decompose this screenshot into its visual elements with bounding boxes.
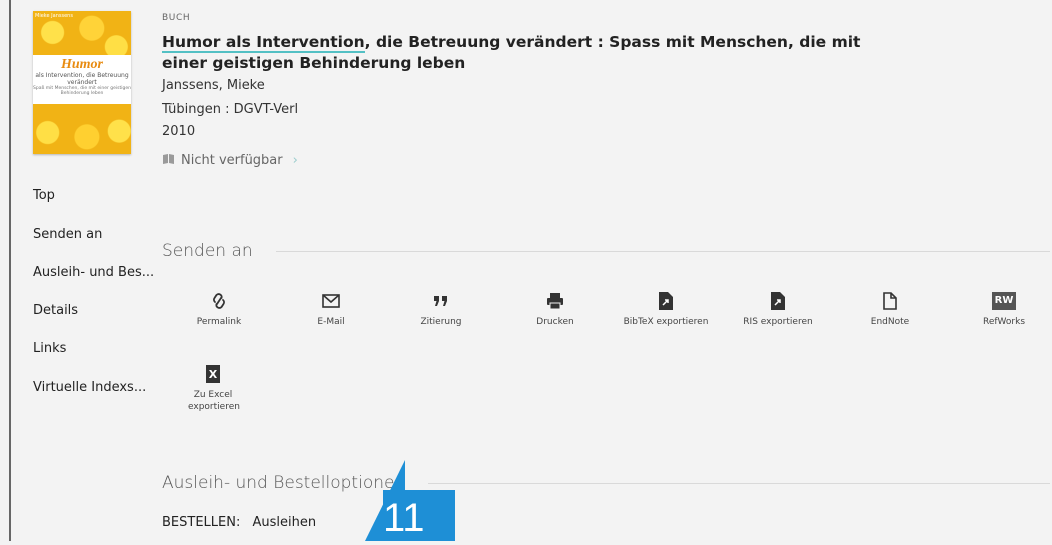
nav-item-virtuelle-indexs[interactable]: Virtuelle Indexs... bbox=[33, 380, 146, 395]
record-publisher: Tübingen : DGVT-Verl bbox=[162, 102, 299, 117]
permalink-button[interactable]: Permalink bbox=[174, 290, 264, 328]
refworks-icon: RW bbox=[959, 290, 1049, 312]
excel-export-label: Zu Excel exportieren bbox=[188, 390, 240, 412]
ris-export-label: RIS exportieren bbox=[743, 317, 813, 327]
print-button[interactable]: Drucken bbox=[510, 290, 600, 328]
excel-badge: X bbox=[206, 365, 220, 383]
order-label: BESTELLEN: bbox=[162, 515, 241, 530]
link-icon bbox=[174, 290, 264, 312]
printer-icon bbox=[510, 290, 600, 312]
excel-icon: X bbox=[168, 363, 258, 385]
nav-item-links[interactable]: Links bbox=[33, 341, 66, 356]
send-section-title: Senden an bbox=[162, 241, 253, 261]
book-open-icon bbox=[162, 153, 175, 168]
quote-icon bbox=[396, 290, 486, 312]
citation-button[interactable]: Zitierung bbox=[396, 290, 486, 328]
send-section-divider bbox=[276, 251, 1050, 252]
loan-section-divider bbox=[428, 483, 1050, 484]
cover-small-text: Spaß mit Menschen, die mit einer geistig… bbox=[33, 86, 131, 96]
refworks-label: RefWorks bbox=[982, 317, 1026, 327]
step-number: 11 bbox=[383, 496, 425, 540]
cover-title: Humor bbox=[60, 57, 103, 72]
chevron-right-icon: › bbox=[292, 153, 298, 168]
endnote-button[interactable]: EndNote bbox=[845, 290, 935, 328]
order-link-ausleihen[interactable]: Ausleihen bbox=[252, 515, 316, 530]
nav-item-ausleih[interactable]: Ausleih- und Bes... bbox=[33, 265, 154, 280]
endnote-label: EndNote bbox=[870, 317, 910, 327]
bibtex-export-button[interactable]: BibTeX exportieren bbox=[621, 290, 711, 328]
record-title-link[interactable]: Humor als Intervention bbox=[162, 33, 365, 53]
file-export-icon bbox=[621, 290, 711, 312]
mail-icon bbox=[286, 290, 376, 312]
record-title: Humor als Intervention, die Betreuung ve… bbox=[162, 32, 862, 74]
refworks-badge: RW bbox=[991, 292, 1017, 310]
email-label: E-Mail bbox=[317, 317, 345, 327]
nav-item-senden-an[interactable]: Senden an bbox=[33, 227, 102, 242]
email-button[interactable]: E-Mail bbox=[286, 290, 376, 328]
cover-subtitle: als Intervention, die Betreuung veränder… bbox=[35, 72, 129, 86]
record-author[interactable]: Janssens, Mieke bbox=[162, 78, 265, 93]
citation-label: Zitierung bbox=[420, 317, 462, 327]
resource-type-label: BUCH bbox=[162, 13, 191, 23]
cover-band: Humor als Intervention, die Betreuung ve… bbox=[33, 55, 131, 104]
availability-label: Nicht verfügbar bbox=[181, 153, 283, 168]
print-label: Drucken bbox=[536, 317, 574, 327]
record-year: 2010 bbox=[162, 124, 196, 139]
ris-export-button[interactable]: RIS exportieren bbox=[733, 290, 823, 328]
file-export-icon bbox=[733, 290, 823, 312]
nav-item-top[interactable]: Top bbox=[33, 188, 55, 203]
availability-status[interactable]: Nicht verfügbar › bbox=[162, 153, 298, 168]
permalink-label: Permalink bbox=[196, 317, 242, 327]
document-icon bbox=[845, 290, 935, 312]
cover-author: Mieke Janssens bbox=[35, 13, 73, 19]
excel-export-button[interactable]: X Zu Excel exportieren bbox=[168, 363, 258, 413]
order-row: BESTELLEN: Ausleihen bbox=[162, 515, 316, 530]
book-cover-image[interactable]: Humor als Intervention, die Betreuung ve… bbox=[33, 11, 131, 154]
bibtex-export-label: BibTeX exportieren bbox=[623, 317, 709, 327]
refworks-button[interactable]: RW RefWorks bbox=[959, 290, 1049, 328]
tutorial-step-marker: 11 bbox=[345, 460, 455, 541]
nav-item-details[interactable]: Details bbox=[33, 303, 78, 318]
